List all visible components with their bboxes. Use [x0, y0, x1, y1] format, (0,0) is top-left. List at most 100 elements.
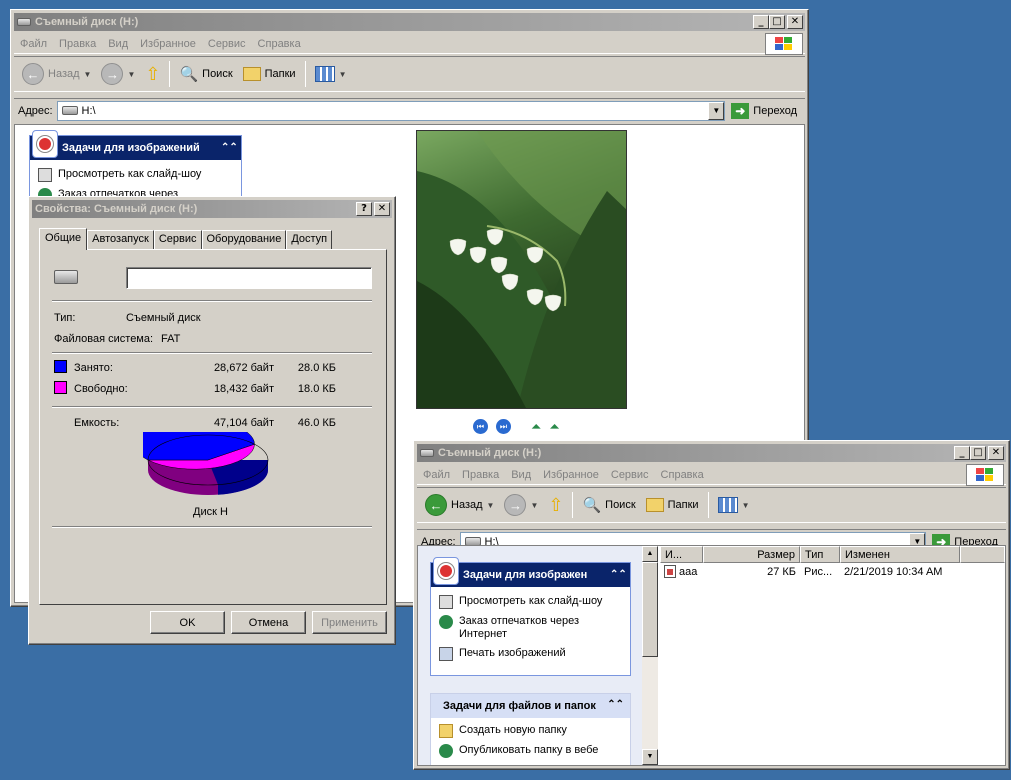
scroll-up-button[interactable]: ▲ [642, 546, 658, 562]
column-modified[interactable]: Изменен [840, 546, 960, 563]
file-tasks-panel: Задачи для файлов и папок ⌃⌃ Создать нов… [430, 693, 631, 765]
views-button[interactable]: ▼ [714, 495, 754, 515]
free-label: Свободно: [74, 383, 128, 395]
drive-name-input[interactable] [126, 267, 372, 289]
dialog-tabs: Общие Автозапуск Сервис Оборудование Дос… [39, 227, 333, 250]
file-tasks-header[interactable]: Задачи для файлов и папок ⌃⌃ [431, 694, 630, 718]
file-modified: 2/21/2019 10:34 AM [844, 565, 943, 578]
maximize-button[interactable]: □ [970, 446, 986, 460]
minimize-button[interactable]: _ [753, 15, 769, 29]
disk-usage-pie-chart [143, 432, 269, 495]
menu-tools[interactable]: Сервис [202, 38, 252, 50]
drive-icon [61, 106, 78, 115]
scroll-down-button[interactable]: ▼ [642, 749, 658, 765]
divider [52, 300, 372, 302]
ok-button[interactable]: OK [150, 611, 225, 634]
search-button[interactable]: 🔍 Поиск [175, 63, 236, 85]
back-button[interactable]: ← Назад ▼ [421, 492, 498, 518]
slideshow-link[interactable]: Просмотреть как слайд-шоу [30, 160, 241, 185]
go-button[interactable]: ➜ Переход [725, 102, 805, 119]
cancel-button[interactable]: Отмена [231, 611, 306, 634]
dialog-title: Свойства: Съемный диск (H:) [35, 203, 198, 215]
used-bytes: 28,672 байт [213, 362, 274, 374]
forward-button[interactable]: → ▼ [500, 492, 542, 518]
dialog-close-button[interactable]: ✕ [374, 202, 390, 216]
preview-controls: ⏮ ⏭ ⏶ ⏶ [473, 419, 560, 435]
rotate-clockwise-icon[interactable]: ⏶ [531, 419, 541, 435]
go-arrow-icon: ➜ [731, 102, 750, 119]
order-prints-link[interactable]: Заказ отпечатков через Интернет [431, 612, 630, 644]
tab-autorun[interactable]: Автозапуск [87, 230, 154, 249]
publish-web-icon [439, 744, 453, 758]
menu-tools[interactable]: Сервис [605, 469, 655, 481]
back-button[interactable]: ← Назад ▼ [18, 61, 95, 87]
tab-sharing[interactable]: Доступ [286, 230, 333, 249]
search-icon: 🔍 [582, 497, 602, 514]
minimize-button[interactable]: _ [954, 446, 970, 460]
windows-flag-icon [966, 464, 1004, 486]
views-button[interactable]: ▼ [311, 64, 351, 84]
menu-file[interactable]: Файл [14, 38, 53, 50]
front-title-bar[interactable]: Съемный диск (H:) _ □ ✕ [417, 444, 1006, 462]
menu-file[interactable]: Файл [417, 469, 456, 481]
help-button[interactable]: ? [356, 202, 372, 216]
menu-favorites[interactable]: Избранное [537, 469, 605, 481]
column-headers: И... Размер Тип Изменен [660, 546, 1005, 563]
collapse-chevron-icon[interactable]: ⌃⌃ [221, 141, 238, 155]
column-size[interactable]: Размер [703, 546, 800, 563]
filesystem-label: Файловая система: [54, 333, 154, 345]
used-label: Занято: [74, 362, 113, 374]
collapse-chevron-icon[interactable]: ⌃⌃ [607, 699, 624, 710]
back-arrow-icon: ← [425, 494, 447, 516]
menu-help[interactable]: Справка [252, 38, 307, 50]
file-name: aaa [679, 565, 698, 578]
up-folder-button[interactable]: ⇧ [141, 62, 164, 87]
tab-tools[interactable]: Сервис [153, 230, 202, 249]
close-button[interactable]: ✕ [988, 446, 1004, 460]
slideshow-link[interactable]: Просмотреть как слайд-шоу [431, 587, 630, 612]
apply-button[interactable]: Применить [312, 611, 387, 634]
close-button[interactable]: ✕ [787, 15, 803, 29]
previous-image-icon[interactable]: ⏮ [473, 419, 488, 434]
menu-view[interactable]: Вид [102, 38, 134, 50]
folders-button[interactable]: Папки [239, 65, 300, 83]
tab-general[interactable]: Общие [39, 228, 88, 250]
image-tasks-header[interactable]: Задачи для изображений ⌃⌃ [30, 130, 241, 160]
image-tasks-icon [433, 557, 459, 585]
maximize-button[interactable]: □ [769, 15, 785, 29]
back-menu-bar: Файл Правка Вид Избранное Сервис Справка [14, 33, 805, 55]
column-name[interactable]: И... [660, 546, 703, 563]
capacity-bytes: 47,104 байт [213, 417, 274, 429]
print-images-link[interactable]: Печать изображений [431, 644, 630, 664]
scroll-thumb[interactable] [642, 562, 658, 657]
file-size: 27 КБ [767, 565, 796, 578]
search-button[interactable]: 🔍 Поиск [578, 494, 639, 516]
rotate-counterclockwise-icon[interactable]: ⏶ [549, 419, 559, 435]
menu-favorites[interactable]: Избранное [134, 38, 202, 50]
task-pane-scrollbar[interactable]: ▲ ▼ [642, 546, 658, 765]
column-type[interactable]: Тип [800, 546, 840, 563]
table-row[interactable]: aaa 27 КБ Рис... 2/21/2019 10:34 AM [660, 563, 1005, 580]
dialog-title-bar[interactable]: Свойства: Съемный диск (H:) ? ✕ [32, 200, 392, 218]
menu-edit[interactable]: Правка [456, 469, 505, 481]
next-image-icon[interactable]: ⏭ [496, 419, 511, 434]
publish-web-link[interactable]: Опубликовать папку в вебе [431, 741, 630, 761]
folders-button[interactable]: Папки [642, 496, 703, 514]
menu-edit[interactable]: Правка [53, 38, 102, 50]
image-tasks-panel: Задачи для изображен ⌃⌃ Просмотреть как … [430, 557, 631, 676]
forward-button[interactable]: → ▼ [97, 61, 139, 87]
menu-help[interactable]: Справка [655, 469, 710, 481]
up-folder-button[interactable]: ⇧ [544, 493, 567, 518]
divider [52, 352, 372, 354]
collapse-chevron-icon[interactable]: ⌃⌃ [610, 568, 627, 582]
used-kb: 28.0 КБ [297, 362, 336, 374]
menu-view[interactable]: Вид [505, 469, 537, 481]
image-tasks-header[interactable]: Задачи для изображен ⌃⌃ [431, 557, 630, 587]
tab-hardware[interactable]: Оборудование [201, 230, 287, 249]
back-title-bar[interactable]: Съемный диск (H:) _ □ ✕ [14, 13, 805, 31]
address-dropdown-button[interactable]: ▼ [708, 101, 725, 120]
drive-icon [17, 18, 31, 26]
image-tasks-icon [32, 130, 58, 158]
new-folder-link[interactable]: Создать новую папку [431, 718, 630, 741]
address-input[interactable]: H:\ ▼ [56, 100, 726, 121]
